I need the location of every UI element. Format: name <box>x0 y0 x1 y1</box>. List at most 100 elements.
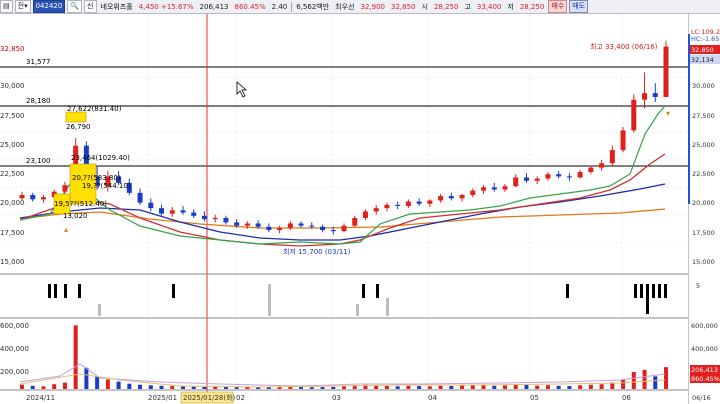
candle-body <box>405 201 411 206</box>
volume-bar <box>170 386 175 389</box>
annotation-2: 26,790 <box>66 123 91 131</box>
volume-bar <box>127 383 132 389</box>
candle-body <box>481 187 487 191</box>
sell-button[interactable]: 매도 <box>569 0 589 13</box>
low-label: 저 <box>507 2 514 11</box>
volume-bar <box>320 387 325 389</box>
volume-bar <box>299 387 304 389</box>
candle-body <box>545 174 551 179</box>
volume-bar <box>342 386 346 389</box>
high-label: 고 <box>464 2 471 11</box>
price-change: 4,450 +15.67% <box>138 2 194 11</box>
volume-bar <box>30 385 35 389</box>
candle-body <box>642 93 648 100</box>
stock-chart[interactable]: 최고 33,400 (06/16) 최저 15,700 (03/11) 31,5… <box>0 14 688 404</box>
volume-bar <box>535 385 540 389</box>
volume-bar <box>621 379 626 389</box>
svg-text:30,000: 30,000 <box>0 82 25 90</box>
volume-bar <box>105 379 110 389</box>
volume-bar <box>41 386 46 389</box>
svg-text:17,500: 17,500 <box>692 229 715 237</box>
stock-code-input[interactable]: 042420 <box>32 0 66 13</box>
candle-body <box>577 172 583 178</box>
candle-body <box>223 218 229 223</box>
list-icon[interactable]: ▤ <box>0 0 13 13</box>
volume-bar <box>309 387 314 389</box>
volume-bar <box>277 387 282 389</box>
annotation-1: 27,622(831.40) <box>67 105 122 113</box>
volume-bar <box>406 385 411 389</box>
svg-text:27,500: 27,500 <box>692 112 715 120</box>
svg-text:600,000: 600,000 <box>0 322 29 330</box>
candle-body <box>534 178 540 181</box>
candle-body <box>298 223 304 226</box>
flag-new: 신 <box>84 0 97 13</box>
candle-body <box>609 150 615 164</box>
candle-body <box>384 204 390 209</box>
volume-bar <box>20 384 24 389</box>
annotation-3: 23,464(1029.40) <box>71 154 130 162</box>
svg-text:600,000: 600,000 <box>691 322 718 330</box>
volume-bar <box>578 385 583 389</box>
candle-body <box>599 163 605 168</box>
volume-bar <box>395 386 400 389</box>
signal-axis: 5 <box>696 282 700 290</box>
volume-bar <box>331 386 336 389</box>
high-note: 최고 33,400 (06/16) <box>590 42 658 51</box>
volume-bar <box>567 386 572 389</box>
volume-bar <box>288 386 293 389</box>
candle-body <box>566 176 572 178</box>
svg-text:200,000: 200,000 <box>0 368 29 376</box>
volume-bar <box>95 376 100 389</box>
volume-bar <box>642 369 647 389</box>
best-bid-1: 32,900 <box>360 2 385 11</box>
current-price-tag: 32,850 <box>691 46 714 54</box>
trade-amount: 6,562백만 <box>296 2 330 11</box>
volume-bar <box>159 385 164 389</box>
candle-body <box>373 208 379 212</box>
date-tick: 2024/11 <box>26 394 55 402</box>
volume-bar <box>653 376 658 389</box>
volume-bar <box>223 386 228 389</box>
date-tick: 06 <box>622 394 631 402</box>
candle-body <box>191 212 197 216</box>
high-price: 33,400 <box>476 2 502 11</box>
candle-body <box>30 195 36 200</box>
date-tick: 04 <box>428 394 437 402</box>
date-tick-highlight: 2025/01/28(화) <box>183 394 236 402</box>
open-label: 시 <box>421 2 428 11</box>
volume-bar <box>73 325 78 389</box>
candle-body <box>556 174 562 177</box>
best-bid-2: 32,850 <box>390 2 416 11</box>
annotation-4: 20,??(583.80) <box>72 174 121 182</box>
annotation-5: 19,??(544.10) <box>82 182 131 190</box>
svg-text:22,500: 22,500 <box>0 170 25 178</box>
candle-body <box>438 196 444 201</box>
volume-bar <box>449 386 454 389</box>
mode-dropdown[interactable]: 전▾ <box>14 0 31 13</box>
svg-text:400,000: 400,000 <box>0 345 29 353</box>
volume-bar <box>556 385 561 389</box>
candle-body <box>663 46 669 97</box>
date-tick: 05 <box>530 394 539 402</box>
volume-bar <box>524 384 529 389</box>
low-note: 최저 15,700 (03/11) <box>283 247 351 256</box>
volume-bar <box>438 385 443 389</box>
volume-bar <box>470 385 475 389</box>
volume-bar <box>427 386 432 389</box>
volume-value: 206,413 <box>199 2 229 11</box>
search-icon[interactable]: 🔍 <box>67 0 83 13</box>
volume-bar <box>545 385 550 389</box>
candle-body <box>470 190 476 195</box>
candle-body <box>212 218 218 220</box>
date-end: 06/16 <box>692 394 711 402</box>
turnover-rate: 2.40 <box>271 2 288 11</box>
buy-button[interactable]: 매수 <box>548 0 568 13</box>
candle-body <box>362 211 368 218</box>
volume-ratio-tag: 860.45% <box>691 375 720 383</box>
candle-body <box>40 197 46 200</box>
annotation-6: 19,5??(512.40) <box>54 200 107 208</box>
open-price: 28,250 <box>433 2 459 11</box>
volume-bar <box>374 385 379 389</box>
chart-toolbar: ▤ 전▾ 042420 🔍 신 네오위즈홀 4,450 +15.67% 206,… <box>0 0 720 14</box>
